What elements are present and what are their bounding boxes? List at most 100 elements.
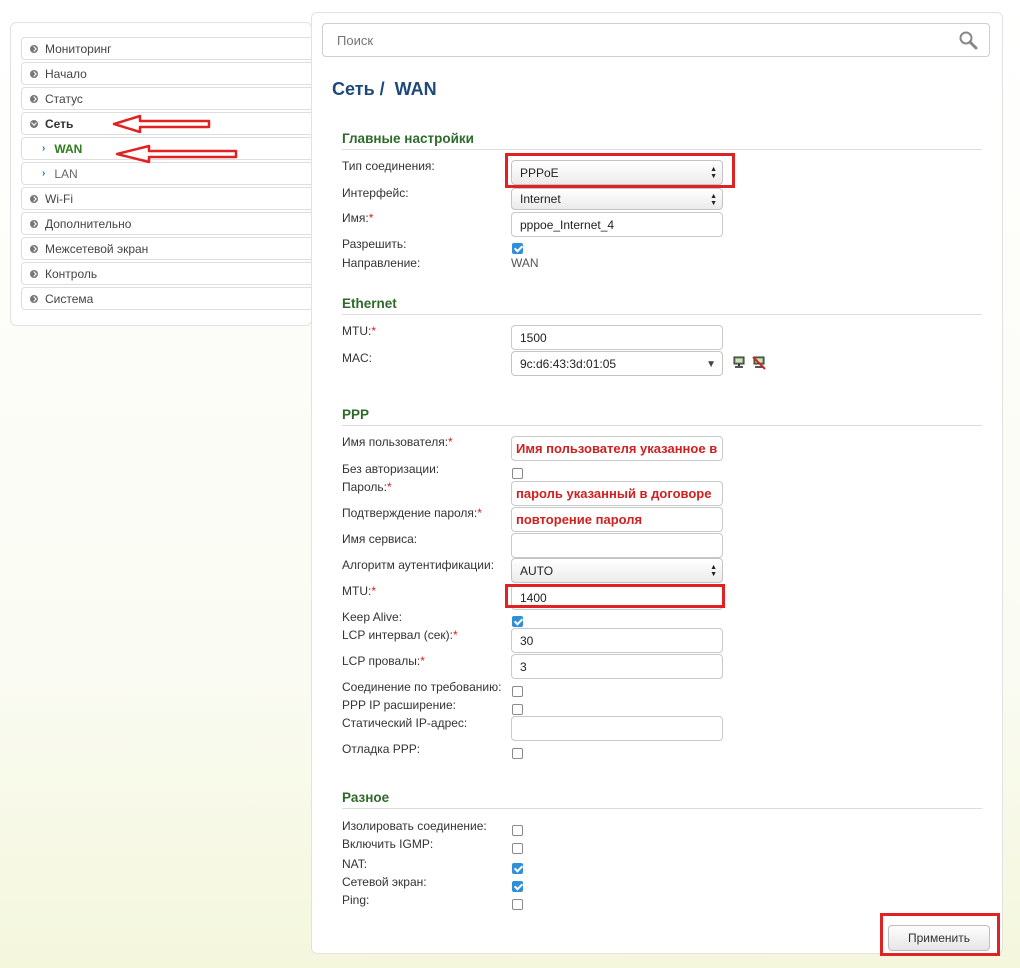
mac-value: 9c:d6:43:3d:01:05 (520, 356, 617, 371)
required-mark: * (386, 480, 392, 494)
nat-label: NAT: (342, 857, 368, 871)
page-title: Сеть / WAN (332, 79, 437, 100)
bullet-icon (30, 219, 38, 228)
updown-icon: ▲ ▼ (710, 166, 717, 180)
sidebar-item-label: Межсетевой экран (45, 241, 149, 256)
section-title-ppp: PPP (342, 407, 370, 422)
sidebar-item-firewall[interactable]: Межсетевой экран (21, 237, 317, 260)
required-mark: * (420, 654, 425, 668)
static-ip-input[interactable] (511, 716, 723, 741)
on-demand-checkbox[interactable] (512, 686, 523, 697)
annotation-arrow-network (112, 114, 211, 134)
sidebar: Мониторинг Начало Статус Сеть › WAN › LAN … (10, 22, 317, 326)
ppp-username-label-text: Имя пользователя: (342, 435, 449, 449)
required-mark: * (371, 324, 376, 338)
isolate-checkbox[interactable] (512, 825, 523, 836)
ppp-username-input[interactable] (511, 436, 723, 461)
sidebar-item-label: Wi-Fi (45, 191, 73, 206)
restore-mac-icon[interactable] (752, 356, 766, 370)
name-label-text: Имя: (342, 211, 369, 225)
no-auth-label: Без авторизации: (342, 462, 440, 476)
sidebar-item-wifi[interactable]: Wi-Fi (21, 187, 317, 210)
required-mark: * (448, 435, 453, 449)
lcp-interval-label: LCP интервал (сек):* (342, 628, 458, 642)
auth-algo-select[interactable]: AUTO ▲ ▼ (511, 558, 723, 583)
sidebar-item-control[interactable]: Контроль (21, 262, 317, 285)
sidebar-item-lan[interactable]: › LAN (21, 162, 317, 185)
ppp-password-label: Пароль:* (342, 480, 392, 494)
lcp-fails-label-text: LCP провалы: (342, 654, 421, 668)
name-input[interactable] (511, 212, 723, 237)
ping-checkbox[interactable] (512, 899, 523, 910)
isolate-label: Изолировать соединение: (342, 819, 487, 833)
sidebar-item-advanced[interactable]: Дополнительно (21, 212, 317, 235)
ppp-password-input[interactable] (511, 481, 723, 506)
eth-mtu-label: MTU:* (342, 324, 376, 338)
section-divider (342, 149, 982, 150)
service-name-input[interactable] (511, 533, 723, 558)
ppp-mtu-input[interactable] (511, 585, 723, 610)
sidebar-item-label: Мониторинг (45, 41, 112, 56)
search-icon[interactable] (958, 30, 978, 50)
bullet-icon (30, 244, 38, 253)
igmp-checkbox[interactable] (512, 843, 523, 854)
firewall-checkbox[interactable] (512, 881, 523, 892)
sidebar-item-label: Дополнительно (45, 216, 132, 231)
igmp-label: Включить IGMP: (342, 837, 434, 851)
required-mark: * (368, 211, 374, 225)
ppp-password-confirm-input[interactable] (511, 507, 723, 532)
keep-alive-checkbox[interactable] (512, 616, 523, 627)
connection-type-select[interactable]: PPPoE ▲ ▼ (511, 160, 723, 185)
sidebar-item-monitoring[interactable]: Мониторинг (21, 37, 317, 60)
ppp-debug-label: Отладка PPP: (342, 742, 421, 756)
name-label: Имя:* (342, 211, 373, 225)
connection-type-label: Тип соединения: (342, 159, 435, 173)
bullet-icon (30, 194, 38, 203)
eth-mtu-label-text: MTU: (342, 324, 372, 338)
static-ip-label: Статический IP-адрес: (342, 716, 468, 730)
enable-checkbox[interactable] (512, 243, 523, 254)
ppp-ip-ext-checkbox[interactable] (512, 704, 523, 715)
breadcrumb-section[interactable]: Сеть / (332, 79, 385, 99)
breadcrumb-page: WAN (394, 79, 437, 99)
sidebar-item-label: Система (45, 291, 94, 306)
apply-button[interactable]: Применить (888, 925, 990, 951)
service-name-label: Имя сервиса: (342, 532, 418, 546)
sidebar-item-start[interactable]: Начало (21, 62, 317, 85)
bullet-icon (30, 44, 38, 53)
chevron-right-icon: › (42, 168, 46, 179)
lcp-interval-input[interactable] (511, 628, 723, 653)
section-divider (342, 808, 982, 809)
mac-label: MAC: (342, 351, 372, 365)
lcp-interval-label-text: LCP интервал (сек): (342, 628, 453, 642)
no-auth-checkbox[interactable] (512, 468, 523, 479)
sidebar-item-status[interactable]: Статус (21, 87, 317, 110)
sidebar-item-system[interactable]: Система (21, 287, 317, 310)
sidebar-item-label: LAN (54, 166, 78, 181)
interface-select[interactable]: Internet ▲ ▼ (511, 188, 723, 210)
section-divider (342, 425, 982, 426)
keep-alive-label: Keep Alive: (342, 610, 403, 624)
direction-value: WAN (511, 256, 539, 270)
sidebar-item-label: WAN (54, 141, 83, 156)
section-title-main: Главные настройки (342, 131, 474, 146)
bullet-icon (30, 69, 38, 78)
bullet-icon (30, 94, 38, 103)
search-input[interactable] (322, 23, 990, 57)
ppp-username-label: Имя пользователя:* (342, 435, 453, 449)
ppp-debug-checkbox[interactable] (512, 748, 523, 759)
interface-value: Internet (520, 192, 561, 206)
lcp-fails-input[interactable] (511, 654, 723, 679)
mac-select[interactable]: 9c:d6:43:3d:01:05 ▼ (511, 351, 723, 376)
eth-mtu-input[interactable] (511, 325, 723, 350)
lcp-fails-label: LCP провалы:* (342, 654, 425, 668)
dropdown-arrow-icon: ▼ (706, 359, 716, 370)
chevron-right-icon: › (42, 143, 46, 154)
required-mark: * (371, 584, 376, 598)
clone-mac-icon[interactable] (732, 356, 746, 370)
nat-checkbox[interactable] (512, 863, 523, 874)
enable-label: Разрешить: (342, 237, 407, 251)
sidebar-item-label: Контроль (45, 266, 98, 281)
annotation-arrow-wan (115, 144, 238, 164)
main-panel: Сеть / WAN Главные настройки Тип соедине… (311, 12, 1003, 954)
